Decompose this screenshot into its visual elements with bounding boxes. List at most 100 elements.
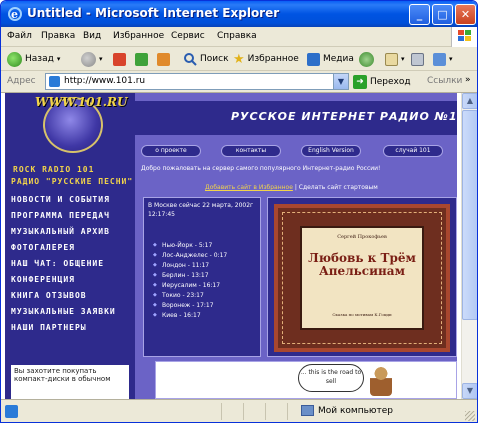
- menu-tools[interactable]: Сервис: [171, 31, 205, 41]
- page-icon: [49, 76, 60, 87]
- media-button[interactable]: Медиа: [307, 51, 354, 67]
- ad-banner[interactable]: ... this is the road to sell: [155, 361, 457, 399]
- history-icon: [359, 51, 374, 67]
- sidebar-item-conference[interactable]: КОНФЕРЕНЦИЯ: [11, 275, 75, 284]
- scroll-up-arrow-icon[interactable]: ▲: [462, 93, 477, 109]
- back-arrow-icon: [7, 51, 22, 67]
- web-page: WWW.101.RU РУССКОЕ ИНТЕРНЕТ РАДИО №1 о п…: [5, 93, 457, 399]
- browser-window: e Untitled - Microsoft Internet Explorer…: [0, 0, 478, 423]
- site-sidebar: ROCK RADIO 101 РАДИО "РУССКИЕ ПЕСНИ" НОВ…: [5, 159, 135, 399]
- sidebar-item-partners[interactable]: НАШИ ПАРТНЕРЫ: [11, 323, 87, 332]
- sidebar-item-program[interactable]: ПРОГРАММА ПЕРЕДАЧ: [11, 211, 110, 220]
- forward-button[interactable]: ▾: [81, 51, 103, 67]
- security-zone[interactable]: Мой компьютер: [301, 405, 393, 416]
- go-button[interactable]: ➜ Переход: [353, 74, 411, 90]
- refresh-button[interactable]: [135, 51, 148, 67]
- go-label: Переход: [370, 77, 411, 87]
- search-label: Поиск: [200, 54, 229, 64]
- chevron-down-icon: ▾: [99, 55, 103, 63]
- sidebar-heading-rock[interactable]: ROCK RADIO 101: [13, 165, 94, 174]
- menu-favorites[interactable]: Избранное: [113, 31, 164, 41]
- menu-file[interactable]: Файл: [7, 31, 32, 41]
- history-button[interactable]: [359, 51, 374, 67]
- minimize-button[interactable]: _: [409, 4, 430, 25]
- cover-title: Любовь к Трём Апельсинам: [308, 251, 416, 278]
- make-start-link[interactable]: Сделать сайт стартовым: [299, 184, 378, 191]
- chevron-down-icon: ▾: [401, 55, 405, 63]
- status-divider: [221, 403, 222, 420]
- address-label: Адрес: [7, 76, 36, 86]
- city-time: Токио - 23:17: [153, 292, 204, 299]
- city-time: Лондон - 11:17: [153, 262, 209, 269]
- city-time: Воронеж - 17:17: [153, 302, 213, 309]
- favorites-button[interactable]: ★ Избранное: [233, 51, 299, 67]
- ad-speech-bubble: ... this is the road to sell: [298, 364, 364, 392]
- sidebar-item-gallery[interactable]: ФОТОГАЛЕРЕЯ: [11, 243, 75, 252]
- computer-icon: [301, 405, 314, 416]
- status-divider: [265, 403, 266, 420]
- site-nav: о проекте контакты English Version случа…: [135, 145, 457, 159]
- sidebar-promo-box[interactable]: Вы захотите покупать компакт-диски в обы…: [11, 365, 129, 399]
- mail-button[interactable]: ▾: [385, 51, 405, 67]
- home-icon: [157, 52, 170, 66]
- scroll-thumb[interactable]: [462, 110, 477, 320]
- city-time: Лос-Анджелес - 0:17: [153, 252, 227, 259]
- logo-text: WWW.101.RU: [35, 95, 128, 109]
- site-header: РУССКОЕ ИНТЕРНЕТ РАДИО №1: [135, 101, 457, 135]
- scroll-down-arrow-icon[interactable]: ▼: [462, 383, 477, 399]
- links-label[interactable]: Ссылки: [427, 76, 462, 86]
- welcome-text: Добро пожаловать на сервер самого популя…: [141, 165, 381, 172]
- site-logo[interactable]: WWW.101.RU: [5, 93, 135, 159]
- address-input[interactable]: http://www.101.ru ▼: [45, 73, 349, 90]
- chevron-right-icon[interactable]: »: [465, 75, 471, 85]
- refresh-icon: [135, 52, 148, 66]
- sidebar-item-guestbook[interactable]: КНИГА ОТЗЫВОВ: [11, 291, 87, 300]
- stop-icon: [113, 52, 126, 66]
- standard-toolbar: Назад ▾ ▾ Поиск ★ Избранное Медиа ▾ ▾: [1, 47, 477, 71]
- chevron-down-icon: ▾: [56, 55, 61, 63]
- stop-button[interactable]: [113, 51, 126, 67]
- sidebar-item-archive[interactable]: МУЗЫКАЛЬНЫЙ АРХИВ: [11, 227, 110, 236]
- moscow-time: В Москве сейчас 22 марта, 2002г 12:17:45: [148, 202, 254, 218]
- nav-contacts[interactable]: контакты: [221, 145, 281, 157]
- mail-icon: [385, 52, 398, 66]
- cover-footnote: Сказка по мотивам К.Гоцци: [332, 312, 392, 317]
- sidebar-heading-russian[interactable]: РАДИО "РУССКИЕ ПЕСНИ": [11, 177, 133, 186]
- close-button[interactable]: ✕: [455, 4, 476, 25]
- sidebar-item-requests[interactable]: МУЗЫКАЛЬНЫЕ ЗАЯВКИ: [11, 307, 116, 316]
- content-viewport: WWW.101.RU РУССКОЕ ИНТЕРНЕТ РАДИО №1 о п…: [1, 93, 477, 399]
- forward-arrow-icon: [81, 51, 96, 67]
- home-button[interactable]: [157, 51, 170, 67]
- window-title: Untitled - Microsoft Internet Explorer: [27, 6, 280, 20]
- search-button[interactable]: Поиск: [183, 51, 229, 67]
- print-button[interactable]: [411, 51, 424, 67]
- chevron-down-icon: ▾: [449, 55, 453, 63]
- ad-figure-image: [370, 366, 392, 396]
- vertical-scrollbar[interactable]: ▲ ▼: [461, 93, 477, 399]
- address-url: http://www.101.ru: [64, 76, 146, 86]
- address-bar: Адрес http://www.101.ru ▼ ➜ Переход Ссыл…: [1, 71, 477, 93]
- print-icon: [411, 52, 424, 66]
- title-bar[interactable]: e Untitled - Microsoft Internet Explorer…: [1, 1, 477, 27]
- album-cover[interactable]: Сергей Прокофьев Любовь к Трём Апельсина…: [274, 204, 450, 352]
- search-icon: [184, 53, 197, 66]
- city-time: Берлин - 13:17: [153, 272, 208, 279]
- city-time: Киев - 16:17: [153, 312, 201, 319]
- resize-grip[interactable]: [465, 411, 475, 421]
- maximize-button[interactable]: □: [432, 4, 453, 25]
- menu-view[interactable]: Вид: [83, 31, 101, 41]
- menu-help[interactable]: Справка: [217, 31, 257, 41]
- fav-links: Добавить сайт в Избранное | Сделать сайт…: [205, 184, 378, 191]
- nav-case101[interactable]: случай 101: [383, 145, 443, 157]
- address-dropdown-icon[interactable]: ▼: [333, 74, 348, 89]
- nav-english[interactable]: English Version: [301, 145, 361, 157]
- sidebar-item-chat[interactable]: НАШ ЧАТ: ОБЩЕНИЕ: [11, 259, 104, 268]
- nav-about[interactable]: о проекте: [141, 145, 201, 157]
- add-favorites-link[interactable]: Добавить сайт в Избранное: [205, 184, 293, 191]
- city-time: Иерусалим - 16:17: [153, 282, 220, 289]
- sidebar-item-news[interactable]: НОВОСТИ И СОБЫТИЯ: [11, 195, 110, 204]
- edit-button[interactable]: ▾: [433, 51, 453, 67]
- back-button[interactable]: Назад ▾: [7, 51, 60, 67]
- menu-edit[interactable]: Правка: [41, 31, 75, 41]
- zone-label: Мой компьютер: [318, 405, 393, 416]
